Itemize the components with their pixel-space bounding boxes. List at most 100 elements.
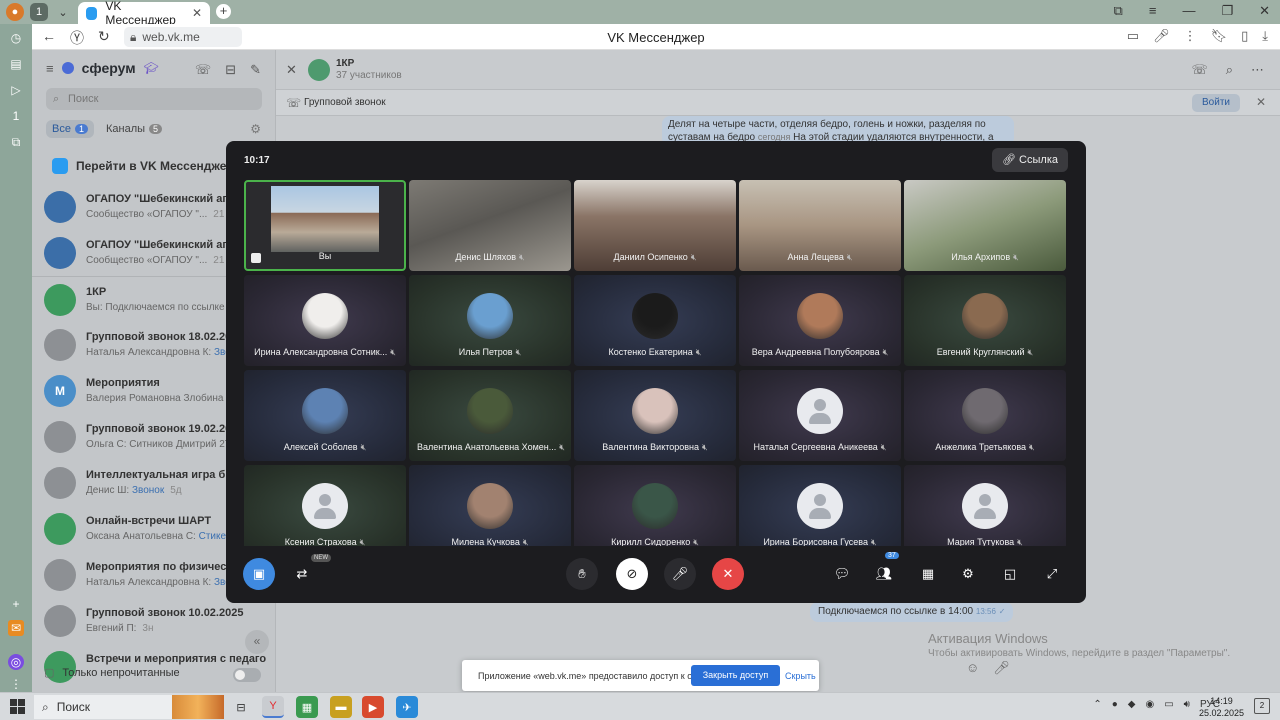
voice-message-icon[interactable]: 🎤︎ xyxy=(993,660,1010,676)
telegram-icon[interactable]: ✈ xyxy=(396,696,418,718)
participant-tile[interactable]: Евгений Круглянский 🔇︎ xyxy=(904,275,1066,366)
participant-tile[interactable]: Вера Андреевна Полубоярова 🔇︎ xyxy=(739,275,901,366)
participant-tile[interactable]: Анжелика Третьякова 🔇︎ xyxy=(904,370,1066,461)
settings-button[interactable]: ⚙ xyxy=(952,558,984,590)
excel-icon[interactable]: ▦ xyxy=(296,696,318,718)
tab-count-icon[interactable]: 1 xyxy=(8,108,24,124)
chevron-up-icon[interactable]: ⌃ xyxy=(1093,699,1101,710)
close-chat-icon[interactable]: ✕ xyxy=(286,62,297,78)
tab-all[interactable]: Все 1 xyxy=(46,120,94,138)
play-icon[interactable]: ▷ xyxy=(8,82,24,98)
participant-tile[interactable]: Вы xyxy=(244,180,406,271)
participant-tile[interactable]: Ирина Александровна Сотник... 🔇︎ xyxy=(244,275,406,366)
notifications-button[interactable]: 2 xyxy=(1254,698,1270,714)
chat-members[interactable]: 37 участников xyxy=(336,70,402,81)
participant-tile[interactable]: Анна Лещева 🔇︎ xyxy=(739,180,901,271)
participant-tile[interactable]: Илья Петров 🔇︎ xyxy=(409,275,571,366)
raise-hand-button[interactable]: ✋︎ xyxy=(566,558,598,590)
network-icon[interactable]: ▭ xyxy=(1164,699,1173,710)
close-tab-icon[interactable]: ✕ xyxy=(192,6,202,20)
compose-icon[interactable]: ✎ xyxy=(250,62,261,78)
collapse-sidebar-button[interactable]: « xyxy=(245,630,269,654)
camera-source-button[interactable]: ▣ xyxy=(243,558,275,590)
restore-button[interactable]: ❐ xyxy=(1221,3,1233,19)
participant-tile[interactable]: Валентина Анатольевна Хомен... 🔇︎ xyxy=(409,370,571,461)
tray-app-icon[interactable]: ◆ xyxy=(1128,699,1136,710)
chat-title[interactable]: 1КР xyxy=(336,58,354,69)
windows-start-icon[interactable] xyxy=(10,699,26,715)
participant-tile[interactable]: Даниил Осипенко 🔇︎ xyxy=(574,180,736,271)
new-tab-button[interactable]: + xyxy=(216,4,231,19)
mail-icon[interactable]: ✉ xyxy=(8,620,24,636)
bookmark-icon[interactable]: 🔖︎ xyxy=(1211,28,1228,44)
tab-group-icon[interactable]: 1 xyxy=(30,3,48,21)
collections-icon[interactable]: ▤ xyxy=(8,56,24,72)
participant-tile[interactable]: Илья Архипов 🔇︎ xyxy=(904,180,1066,271)
close-icon[interactable]: ✕ xyxy=(1256,95,1266,109)
stop-sharing-button[interactable]: Закрыть доступ xyxy=(691,665,780,686)
alice-icon[interactable]: ◎ xyxy=(8,654,24,670)
screen-share-button[interactable]: ⇄ xyxy=(286,558,318,590)
participant-tile[interactable]: Ирина Борисовна Гусева 🔇︎ xyxy=(739,465,901,546)
menu-icon[interactable]: ≡ xyxy=(1149,3,1157,19)
yandex-icon[interactable]: Ⓨ xyxy=(70,28,84,48)
reload-icon[interactable]: ↻ xyxy=(98,28,110,45)
profile-icon[interactable]: ● xyxy=(6,3,24,21)
participant-tile[interactable]: Кирилл Сидоренко 🔇︎ xyxy=(574,465,736,546)
search-icon[interactable]: ⌕ xyxy=(1226,62,1233,78)
only-unread-toggle[interactable] xyxy=(233,668,261,682)
archive-icon[interactable]: ⊟ xyxy=(225,62,236,78)
taskbar-search[interactable]: ⌕ Поиск xyxy=(34,695,224,719)
add-icon[interactable]: + xyxy=(8,596,24,612)
participant-tile[interactable]: Милена Кучкова 🔇︎ xyxy=(409,465,571,546)
chevron-down-icon[interactable]: ⌄ xyxy=(54,3,72,21)
panel-icon[interactable]: ▯ xyxy=(1241,28,1248,44)
tray-app-icon[interactable]: ● xyxy=(1112,699,1118,710)
layout-button[interactable]: ▦ xyxy=(912,558,944,590)
participant-tile[interactable]: Денис Шляхов 🔇︎ xyxy=(409,180,571,271)
camera-off-button[interactable]: ⊘ xyxy=(616,558,648,590)
gear-icon[interactable]: ⚙ xyxy=(250,122,261,136)
clock[interactable]: 14:19 25.02.2025 xyxy=(1199,695,1244,719)
hamburger-icon[interactable]: ≡ xyxy=(46,61,54,76)
yandex-browser-icon[interactable]: Y xyxy=(262,696,284,718)
close-window-button[interactable]: ✕ xyxy=(1259,3,1270,19)
more-icon[interactable]: ⋯ xyxy=(1251,62,1264,78)
media-app-icon[interactable]: ▶ xyxy=(362,696,384,718)
participant-tile[interactable]: Ксения Страхова 🔇︎ xyxy=(244,465,406,546)
picture-in-picture-button[interactable]: ◱ xyxy=(994,558,1026,590)
task-view-icon[interactable]: ⊟ xyxy=(230,696,252,718)
end-call-button[interactable]: ✕ xyxy=(712,558,744,590)
emoji-icon[interactable]: ☺ xyxy=(966,660,979,676)
join-call-button[interactable]: Войти xyxy=(1192,94,1240,112)
back-icon[interactable]: ← xyxy=(42,28,56,44)
more-icon[interactable]: ⋮ xyxy=(1184,28,1197,44)
browser-tab[interactable]: VK Мессенджер ✕ xyxy=(78,0,210,27)
history-icon[interactable]: ◷ xyxy=(8,30,24,46)
file-explorer-icon[interactable]: ▬ xyxy=(330,696,352,718)
bookmarks-icon[interactable]: ⧉ xyxy=(1114,3,1123,19)
volume-icon[interactable]: 🔊︎ xyxy=(1184,699,1190,710)
microphone-button[interactable]: 🎤︎ xyxy=(664,558,696,590)
participant-tile[interactable]: Мария Тутукова 🔇︎ xyxy=(904,465,1066,546)
download-icon[interactable]: ⤓ xyxy=(1262,28,1268,44)
chat-avatar[interactable] xyxy=(308,59,330,81)
minimize-button[interactable]: — xyxy=(1182,3,1195,19)
participant-tile[interactable]: Костенко Екатерина 🔇︎ xyxy=(574,275,736,366)
conversation-item[interactable]: Групповой звонок 10.02.2025 Евгений П: 3н xyxy=(32,598,276,644)
participants-button[interactable]: 👥︎ xyxy=(868,558,900,590)
cast-icon[interactable]: ⧉ xyxy=(8,134,24,150)
participant-tile[interactable]: Наталья Сергеевна Аникеева 🔇︎ xyxy=(739,370,901,461)
hide-toast-link[interactable]: Скрыть xyxy=(785,671,816,681)
apps-icon[interactable]: ⋮ xyxy=(8,676,24,692)
url-field[interactable]: 🔒︎ web.vk.me xyxy=(124,27,242,47)
screen-share-icon[interactable]: ▭ xyxy=(1127,28,1139,44)
goto-vk-messenger-link[interactable]: Перейти в VK Мессенджер xyxy=(52,158,234,174)
tab-channels[interactable]: Каналы 5 xyxy=(100,120,168,138)
call-icon[interactable]: ☏ xyxy=(1191,62,1207,78)
chat-button[interactable]: 💬︎ xyxy=(826,558,858,590)
microphone-icon[interactable]: 🎤︎ xyxy=(1153,28,1170,44)
copy-link-button[interactable]: 🔗︎ Ссылка xyxy=(992,148,1068,172)
participant-tile[interactable]: Валентина Викторовна 🔇︎ xyxy=(574,370,736,461)
phone-icon[interactable]: ☏ xyxy=(195,62,211,78)
